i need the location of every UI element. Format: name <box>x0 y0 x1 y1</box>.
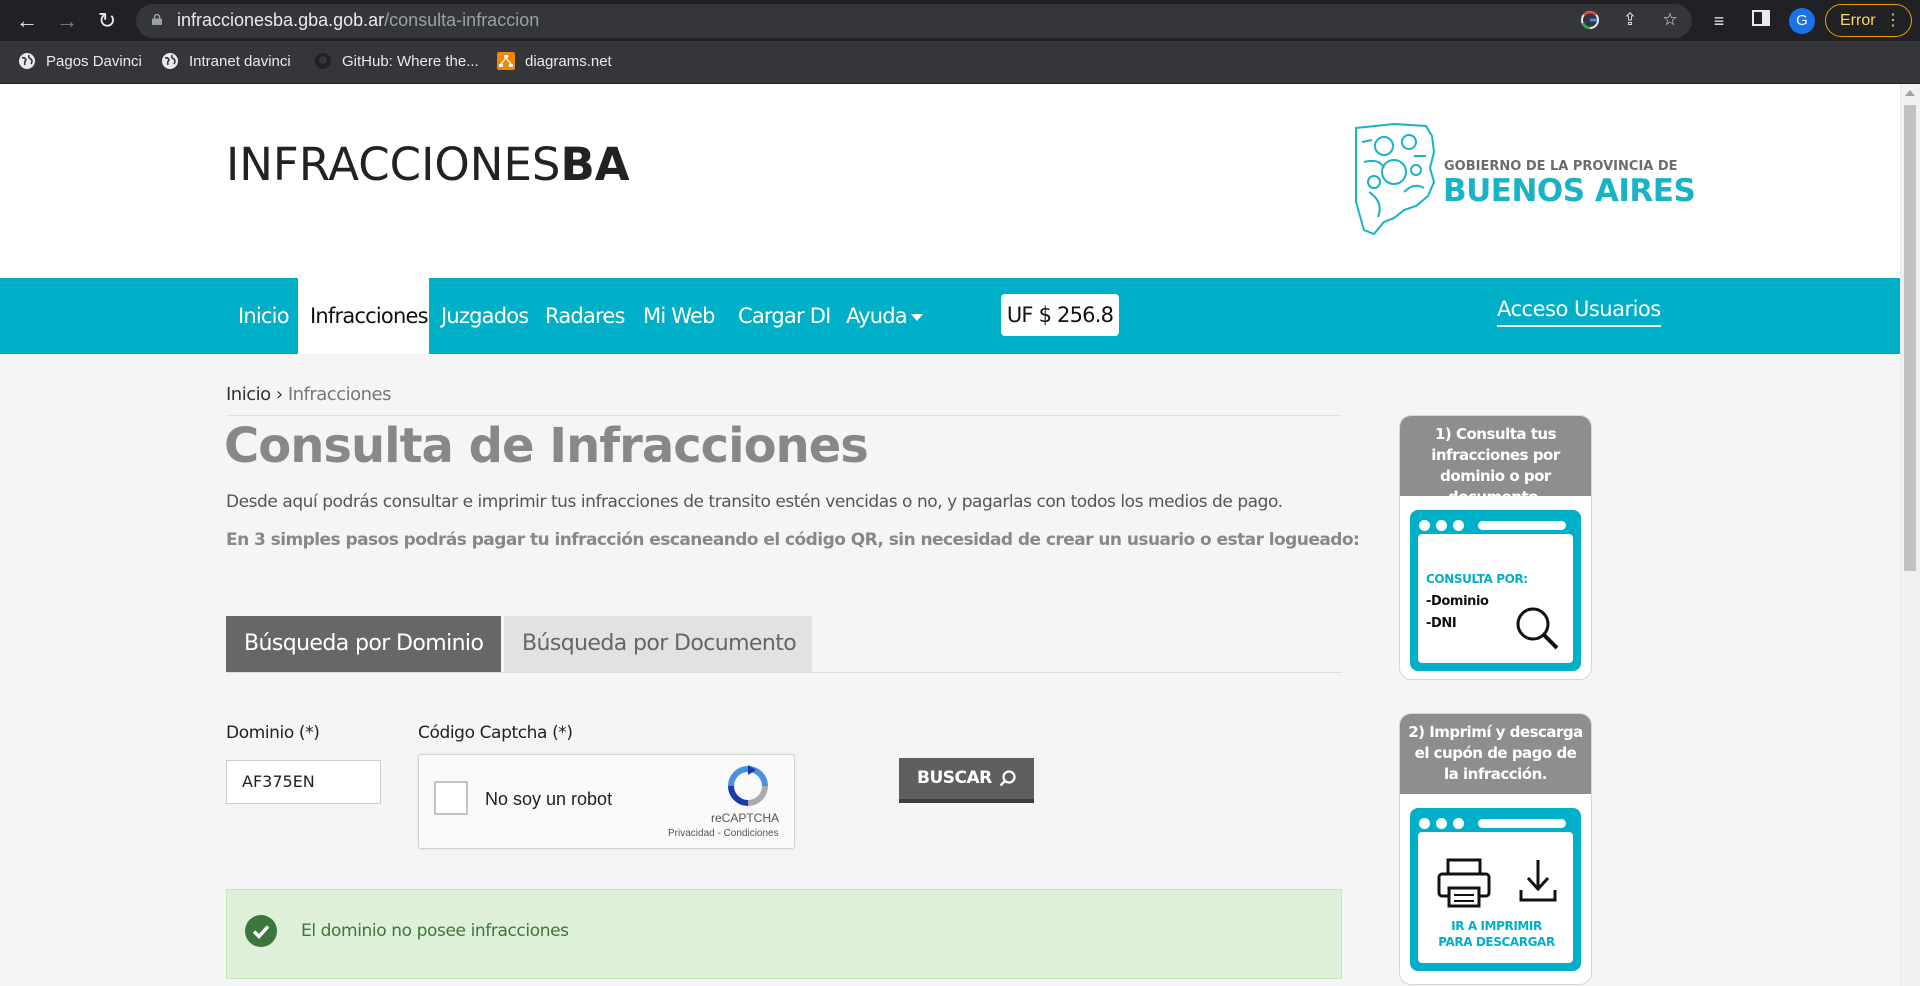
bookmark-label: Pagos Davinci <box>46 52 142 70</box>
reading-list-icon[interactable]: ≡ <box>1707 9 1731 33</box>
recaptcha-icon <box>728 765 768 806</box>
magnifier-icon <box>1516 607 1559 650</box>
captcha-label: Código Captcha (*) <box>418 723 573 743</box>
nav-inicio[interactable]: Inicio <box>226 278 301 354</box>
nav-juzgados[interactable]: Juzgados <box>441 278 529 354</box>
step2-title: 2) Imprimí y descarga el cupón de pago d… <box>1400 714 1591 794</box>
bookmark-star-icon[interactable]: ☆ <box>1660 10 1680 30</box>
check-circle-icon <box>245 915 277 947</box>
gov-subtitle: GOBIERNO DE LA PROVINCIA DE <box>1444 159 1678 174</box>
bookmark-label: diagrams.net <box>525 52 612 70</box>
breadcrumb: Inicio › Infracciones <box>226 384 391 405</box>
divider <box>226 415 1342 416</box>
back-icon[interactable]: ← <box>14 8 40 34</box>
steps-intro: En 3 simples pasos podrás pagar tu infra… <box>226 530 1360 550</box>
printer-icon <box>1437 858 1491 908</box>
download-icon <box>1519 860 1557 902</box>
divider <box>226 672 1342 673</box>
step2-card: 2) Imprimí y descarga el cupón de pago d… <box>1399 713 1592 985</box>
recaptcha-widget: No soy un robot reCAPTCHA Privacidad - C… <box>418 754 795 849</box>
page-title: Consulta de Infracciones <box>224 418 869 474</box>
site-header: INFRACCIONESBA GOBIERNO DE LA PROVINCIA … <box>0 84 1900 278</box>
uf-badge: UF $ 256.8 <box>1001 294 1119 336</box>
print-line2[interactable]: PARA DESCARGAR <box>1400 935 1591 949</box>
nav-mi-web[interactable]: Mi Web <box>643 278 715 354</box>
profile-avatar[interactable]: G <box>1789 8 1815 34</box>
globe-icon <box>162 53 178 69</box>
github-icon <box>315 53 331 69</box>
tab-documento[interactable]: Búsqueda por Documento <box>504 616 812 672</box>
bookmark-github[interactable]: GitHub: Where the... <box>314 50 479 72</box>
nav-infracciones[interactable]: Infracciones <box>298 278 429 354</box>
google-lens-icon[interactable] <box>1580 10 1600 30</box>
step1-title: 1) Consulta tus infracciones por dominio… <box>1400 416 1591 506</box>
diagrams-icon <box>497 52 515 70</box>
dominio-input[interactable]: AF375EN <box>226 760 381 804</box>
reload-icon[interactable]: ↻ <box>94 8 120 34</box>
caret-down-icon <box>910 313 923 321</box>
search-button[interactable]: BUSCAR <box>899 758 1034 803</box>
bookmark-label: GitHub: Where the... <box>342 52 479 70</box>
page-description: Desde aquí podrás consultar e imprimir t… <box>226 492 1283 512</box>
consulta-por-heading: CONSULTA POR: <box>1426 572 1528 586</box>
site-logo[interactable]: INFRACCIONESBA <box>226 138 630 191</box>
tab-dominio[interactable]: Búsqueda por Dominio <box>226 616 501 672</box>
nav-radares[interactable]: Radares <box>545 278 625 354</box>
breadcrumb-separator: › <box>275 384 283 405</box>
nav-ayuda-label: Ayuda <box>846 304 908 328</box>
scrollbar-thumb[interactable] <box>1904 105 1916 571</box>
forward-icon[interactable]: → <box>54 8 80 34</box>
consulta-dominio: -Dominio <box>1426 594 1489 609</box>
result-alert: El dominio no posee infracciones <box>226 889 1342 979</box>
step1-card: 1) Consulta tus infracciones por dominio… <box>1399 415 1592 680</box>
bookmark-diagrams[interactable]: diagrams.net <box>497 50 612 72</box>
bookmark-intranet-davinci[interactable]: Intranet davinci <box>161 50 291 72</box>
scroll-up-icon[interactable] <box>1905 90 1915 96</box>
gov-title: BUENOS AIRES <box>1443 173 1696 209</box>
side-panel-icon[interactable] <box>1749 9 1773 33</box>
lock-icon[interactable] <box>152 14 162 25</box>
nav-cargar-di[interactable]: Cargar DI <box>738 278 831 354</box>
share-icon[interactable]: ⇪ <box>1620 10 1640 30</box>
search-button-label: BUSCAR <box>917 768 992 788</box>
consulta-dni: -DNI <box>1426 616 1457 631</box>
recaptcha-label: No soy un robot <box>485 789 613 809</box>
recaptcha-checkbox[interactable] <box>434 781 468 815</box>
breadcrumb-home[interactable]: Inicio <box>226 384 271 405</box>
recaptcha-brand: reCAPTCHA <box>711 811 780 825</box>
globe-icon <box>19 53 35 69</box>
result-message: El dominio no posee infracciones <box>301 921 569 941</box>
bookmark-label: Intranet davinci <box>189 52 291 70</box>
recaptcha-links[interactable]: Privacidad - Condiciones <box>668 828 779 839</box>
breadcrumb-current: Infracciones <box>287 384 392 405</box>
error-button[interactable]: Error ⋮ <box>1825 4 1912 37</box>
url-text[interactable]: infraccionesba.gba.gob.ar/consulta-infra… <box>177 10 539 31</box>
print-line1[interactable]: IR A IMPRIMIR <box>1400 919 1591 933</box>
nav-ayuda[interactable]: Ayuda <box>846 278 923 354</box>
kebab-menu-icon[interactable]: ⋮ <box>1885 5 1901 36</box>
search-icon <box>999 770 1016 787</box>
page-content: INFRACCIONESBA GOBIERNO DE LA PROVINCIA … <box>0 84 1900 986</box>
login-link[interactable]: Acceso Usuarios <box>1497 297 1661 327</box>
dominio-label: Dominio (*) <box>226 723 320 743</box>
bookmark-pagos-davinci[interactable]: Pagos Davinci <box>18 50 142 72</box>
